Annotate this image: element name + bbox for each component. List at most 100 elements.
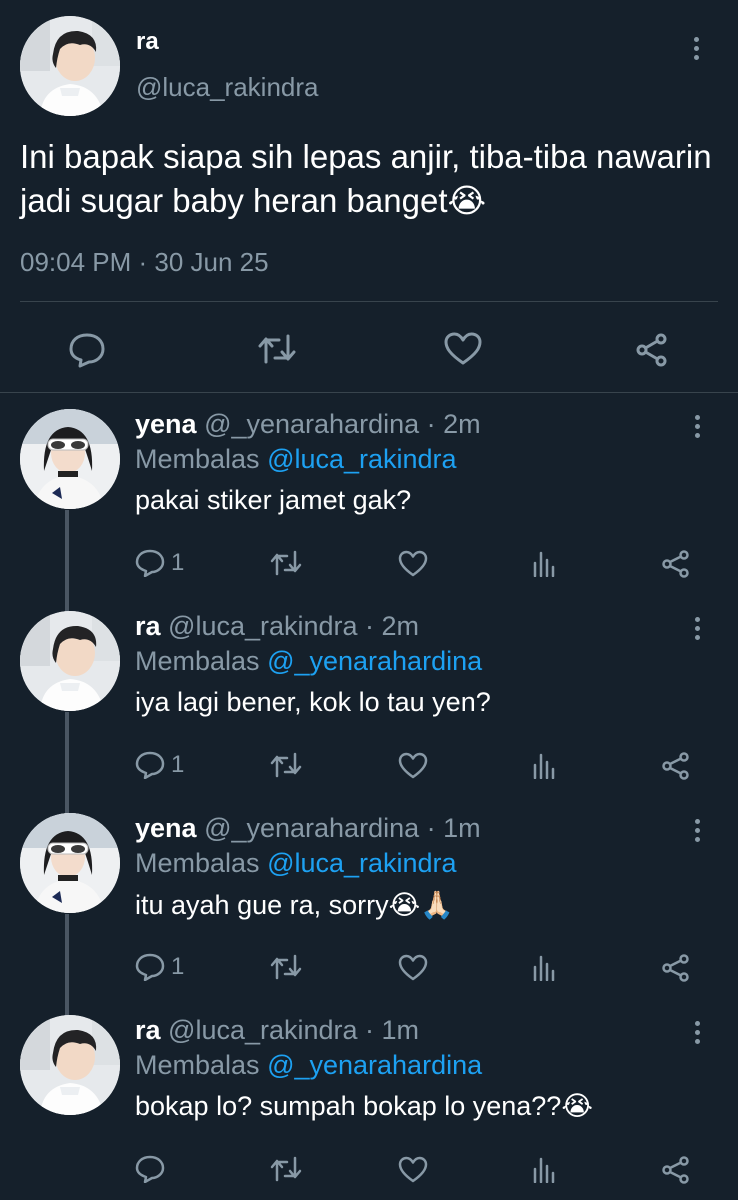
retweet-icon <box>258 334 296 364</box>
reply-icon <box>135 1155 165 1183</box>
emoji: 😭🙏🏻 <box>388 890 454 920</box>
more-vertical-icon[interactable] <box>686 33 706 63</box>
analytics-icon <box>533 551 555 577</box>
author-name[interactable]: ra <box>136 28 159 56</box>
author-handle[interactable]: @luca_rakindra <box>136 72 318 103</box>
share-button[interactable] <box>661 953 691 983</box>
retweet-icon <box>270 752 302 778</box>
reply-tweet[interactable]: yena @_yenarahardina · 2m Membalas @luca… <box>0 395 738 595</box>
retweet-icon <box>270 954 302 980</box>
reply-tweet[interactable]: ra @luca_rakindra · 1m Membalas @_yenara… <box>0 1001 738 1200</box>
heart-icon <box>444 332 482 365</box>
reply-button[interactable]: 1 <box>135 549 184 577</box>
analytics-button[interactable] <box>532 953 558 981</box>
reply-icon <box>69 333 105 368</box>
analytics-button[interactable] <box>532 549 558 577</box>
reply-header: ra @luca_rakindra · 2m <box>135 611 419 642</box>
heart-icon <box>398 550 428 577</box>
retweet-icon <box>270 1156 302 1182</box>
more-vertical-icon[interactable] <box>687 1017 707 1047</box>
author-name[interactable]: ra <box>135 1015 161 1045</box>
reply-text-body: pakai stiker jamet gak? <box>135 485 412 515</box>
retweet-button[interactable] <box>270 549 302 577</box>
reply-button[interactable] <box>135 1155 171 1183</box>
author-meta[interactable]: @luca_rakindra · 1m <box>168 1015 419 1045</box>
avatar[interactable] <box>20 409 120 509</box>
reply-text: pakai stiker jamet gak? <box>135 485 411 516</box>
analytics-icon <box>533 1157 555 1183</box>
like-button[interactable] <box>398 752 428 779</box>
share-icon <box>662 550 689 578</box>
replying-to: Membalas @luca_rakindra <box>135 444 457 475</box>
reply-text-body: iya lagi bener, kok lo tau yen? <box>135 687 491 717</box>
retweet-button[interactable] <box>257 332 297 366</box>
author-meta[interactable]: @_yenarahardina · 2m <box>204 409 481 439</box>
reply-icon <box>135 549 165 577</box>
reply-text: bokap lo? sumpah bokap lo yena??😭 <box>135 1091 593 1122</box>
tweet-text: Ini bapak siapa sih lepas anjir, tiba-ti… <box>20 135 720 223</box>
reply-button[interactable]: 1 <box>135 751 184 779</box>
analytics-icon <box>533 753 555 779</box>
mention-link[interactable]: @luca_rakindra <box>267 444 457 474</box>
avatar[interactable] <box>20 1015 120 1115</box>
author-meta[interactable]: @_yenarahardina · 1m <box>204 813 481 843</box>
avatar-image <box>20 1015 120 1115</box>
reply-text-body: itu ayah gue ra, sorry <box>135 890 389 920</box>
avatar-image <box>20 409 120 509</box>
share-button[interactable] <box>661 751 691 781</box>
reply-actions: 1 <box>0 949 738 989</box>
divider <box>0 392 738 393</box>
more-vertical-icon[interactable] <box>687 815 707 845</box>
replying-to: Membalas @_yenarahardina <box>135 646 482 677</box>
mention-link[interactable]: @_yenarahardina <box>267 646 482 676</box>
share-icon <box>662 752 689 780</box>
retweet-button[interactable] <box>270 751 302 779</box>
share-icon <box>636 333 667 367</box>
reply-button[interactable]: 1 <box>135 953 184 981</box>
reply-text-body: bokap lo? sumpah bokap lo yena?? <box>135 1091 562 1121</box>
reply-count: 1 <box>171 751 185 778</box>
like-button[interactable] <box>398 550 428 577</box>
avatar[interactable] <box>20 611 120 711</box>
tweet-text-body: Ini bapak siapa sih lepas anjir, tiba-ti… <box>20 138 712 219</box>
reply-tweet[interactable]: yena @_yenarahardina · 1m Membalas @luca… <box>0 799 738 999</box>
reply-count: 1 <box>171 549 185 576</box>
like-button[interactable] <box>444 332 482 366</box>
avatar[interactable] <box>20 16 120 116</box>
heart-icon <box>398 752 428 779</box>
analytics-icon <box>533 955 555 981</box>
analytics-button[interactable] <box>532 751 558 779</box>
divider <box>20 301 718 302</box>
replying-to-label: Membalas <box>135 1050 260 1080</box>
more-vertical-icon[interactable] <box>687 411 707 441</box>
avatar[interactable] <box>20 813 120 913</box>
replying-to-label: Membalas <box>135 646 260 676</box>
share-button[interactable] <box>661 1155 691 1185</box>
replying-to-label: Membalas <box>135 848 260 878</box>
author-name[interactable]: yena <box>135 813 197 843</box>
reply-actions: 1 <box>0 545 738 585</box>
reply-count: 1 <box>171 953 185 980</box>
author-name[interactable]: yena <box>135 409 197 439</box>
analytics-button[interactable] <box>532 1155 558 1183</box>
retweet-button[interactable] <box>270 953 302 981</box>
share-button[interactable] <box>661 549 691 579</box>
retweet-button[interactable] <box>270 1155 302 1183</box>
share-button[interactable] <box>634 332 670 368</box>
reply-header: yena @_yenarahardina · 2m <box>135 409 481 440</box>
author-name[interactable]: ra <box>135 611 161 641</box>
heart-icon <box>398 954 428 981</box>
mention-link[interactable]: @_yenarahardina <box>267 1050 482 1080</box>
reply-icon <box>135 751 165 779</box>
reply-button[interactable] <box>68 332 106 368</box>
like-button[interactable] <box>398 1156 428 1183</box>
reply-tweet[interactable]: ra @luca_rakindra · 2m Membalas @_yenara… <box>0 597 738 797</box>
avatar-image <box>20 611 120 711</box>
author-meta[interactable]: @luca_rakindra · 2m <box>168 611 419 641</box>
tweet-timestamp: 09:04 PM · 30 Jun 25 <box>20 247 269 277</box>
mention-link[interactable]: @luca_rakindra <box>267 848 457 878</box>
share-icon <box>662 954 689 982</box>
like-button[interactable] <box>398 954 428 981</box>
avatar-image <box>20 813 120 913</box>
more-vertical-icon[interactable] <box>687 613 707 643</box>
